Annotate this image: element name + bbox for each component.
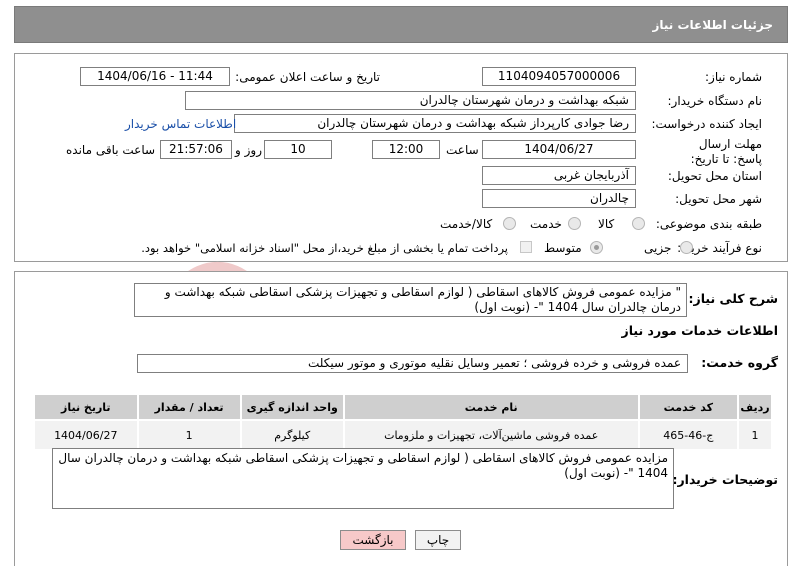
cell-need-date: 1404/06/27 [33, 419, 139, 451]
remaining-time-field: 21:57:06 [160, 140, 232, 159]
col-unit: واحد اندازه گیری [239, 393, 345, 421]
cell-unit: کیلوگرم [239, 419, 345, 451]
buyer-notes-label: توضیحات خریدار: [672, 472, 778, 487]
city-field: چالدران [482, 189, 636, 208]
payment-checkbox[interactable] [520, 241, 532, 253]
services-section-title: اطلاعات خدمات مورد نیاز [621, 323, 779, 338]
category-option-service: خدمت [530, 217, 562, 231]
days-label: روز و [235, 143, 262, 157]
days-field: 10 [264, 140, 332, 159]
cell-service-code: ج-46-465 [637, 419, 740, 451]
process-radio-minor[interactable] [680, 241, 693, 254]
process-option-medium: متوسط [544, 241, 582, 255]
need-number-label: شماره نیاز: [705, 70, 762, 84]
province-field: آذربایجان غربی [482, 166, 636, 185]
buyer-notes-text: مزایده عمومی فروش کالاهای اسقاطی ( لوازم… [52, 448, 674, 509]
header-bar: جزئیات اطلاعات نیاز [14, 6, 788, 43]
table-header-row: ردیف کد خدمت نام خدمت واحد اندازه گیری ت… [33, 393, 773, 421]
deadline-date-field: 1404/06/27 [482, 140, 636, 159]
col-service-name: نام خدمت [342, 393, 640, 421]
contact-link[interactable]: اطلاعات تماس خریدار [125, 116, 236, 132]
service-group-label: گروه خدمت: [701, 355, 778, 370]
buyer-org-field: شبکه بهداشت و درمان شهرستان چالدران [185, 91, 636, 110]
print-button[interactable]: چاپ [415, 530, 461, 550]
summary-text: " مزایده عمومی فروش کالاهای اسقاطی ( لوا… [134, 283, 687, 317]
cell-service-name: عمده فروشی ماشین‌آلات، تجهیزات و ملزومات [342, 419, 640, 451]
table-row: 1 ج-46-465 عمده فروشی ماشین‌آلات، تجهیزا… [33, 419, 773, 451]
province-label: استان محل تحویل: [667, 169, 762, 183]
remaining-label: ساعت باقی مانده [66, 143, 156, 157]
cell-row-number: 1 [737, 419, 773, 451]
buyer-org-label: نام دستگاه خریدار: [667, 94, 763, 108]
category-option-goods-service: کالا/خدمت [440, 217, 493, 231]
category-label: طبقه بندی موضوعی: [655, 217, 762, 231]
announce-field: 1404/06/16 - 11:44 [80, 67, 230, 86]
category-radio-service[interactable] [568, 217, 581, 230]
announce-label: تاریخ و ساعت اعلان عمومی: [235, 70, 380, 84]
deadline-label: مهلت ارسال پاسخ: تا تاریخ: [690, 137, 762, 166]
category-radio-goods[interactable] [632, 217, 645, 230]
need-number-field: 1104094057000006 [482, 67, 636, 86]
col-row-number: ردیف [737, 393, 773, 421]
creator-label: ایجاد کننده درخواست: [651, 117, 762, 131]
category-option-goods: کالا [598, 217, 615, 231]
back-button[interactable]: بازگشت [340, 530, 406, 550]
payment-note: پرداخت تمام یا بخشی از مبلغ خرید،از محل … [141, 241, 508, 255]
services-table: ردیف کد خدمت نام خدمت واحد اندازه گیری ت… [33, 393, 773, 451]
deadline-time-field: 12:00 [372, 140, 440, 159]
process-option-minor: جزیی [644, 241, 672, 255]
time-label: ساعت [446, 143, 479, 157]
col-service-code: کد خدمت [637, 393, 740, 421]
cell-quantity: 1 [136, 419, 242, 451]
col-need-date: تاریخ نیاز [33, 393, 139, 421]
category-radio-goods-service[interactable] [503, 217, 516, 230]
summary-label: شرح کلی نیاز: [688, 291, 778, 306]
col-quantity: تعداد / مقدار [136, 393, 242, 421]
creator-field: رضا جوادی کارپرداز شبکه بهداشت و درمان ش… [234, 114, 636, 133]
process-radio-medium[interactable] [590, 241, 603, 254]
service-group-field: عمده فروشی و خرده فروشی ؛ تعمیر وسایل نق… [137, 354, 688, 373]
city-label: شهر محل تحویل: [675, 192, 762, 206]
page-title: جزئیات اطلاعات نیاز [652, 18, 773, 32]
